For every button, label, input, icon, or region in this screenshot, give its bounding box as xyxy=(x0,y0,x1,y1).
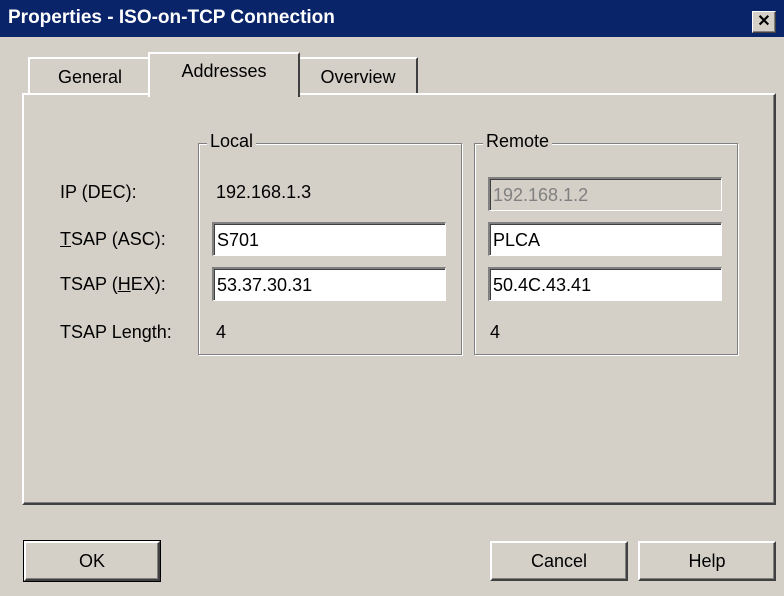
help-button[interactable]: Help xyxy=(638,541,776,581)
tsap-hex-label-suffix: EX): xyxy=(130,274,166,294)
ip-label: IP (DEC): xyxy=(60,182,137,202)
tsap-asc-label: TSAP (ASC): xyxy=(60,229,166,250)
tab-addresses[interactable]: Addresses xyxy=(148,52,300,97)
local-tsap-length-value: 4 xyxy=(216,322,227,342)
tab-addresses-label: Addresses xyxy=(181,61,267,81)
local-tsap-hex-input[interactable]: 53.37.30.31 xyxy=(212,267,446,301)
ok-button[interactable]: OK xyxy=(23,540,161,582)
remote-legend: Remote xyxy=(483,131,553,152)
remote-tsap-asc-input[interactable]: PLCA xyxy=(488,222,722,256)
tab-general-label: General xyxy=(57,67,123,87)
close-icon[interactable]: ✕ xyxy=(752,11,776,33)
tab-overview[interactable]: Overview xyxy=(298,57,418,95)
local-tsap-asc-input[interactable]: S701 xyxy=(212,222,446,256)
tsap-hex-mnemonic: H xyxy=(117,274,131,294)
tsap-asc-mnemonic: T xyxy=(60,229,71,249)
local-legend: Local xyxy=(207,131,257,152)
local-ip-value: 192.168.1.3 xyxy=(216,182,312,202)
cancel-button[interactable]: Cancel xyxy=(490,541,628,581)
window-title: Properties - ISO-on-TCP Connection xyxy=(8,7,335,28)
tsap-asc-label-rest: SAP (ASC): xyxy=(71,229,166,249)
remote-ip-input: 192.168.1.2 xyxy=(488,177,722,211)
tab-overview-label: Overview xyxy=(320,67,396,87)
tsap-hex-label-prefix: TSAP ( xyxy=(60,274,118,294)
remote-tsap-hex-input[interactable]: 50.4C.43.41 xyxy=(488,267,722,301)
tab-general[interactable]: General xyxy=(28,57,152,95)
remote-tsap-length-value: 4 xyxy=(490,322,501,342)
tsap-hex-label: TSAP (HEX): xyxy=(60,274,166,295)
tsap-length-label: TSAP Length: xyxy=(60,322,172,342)
